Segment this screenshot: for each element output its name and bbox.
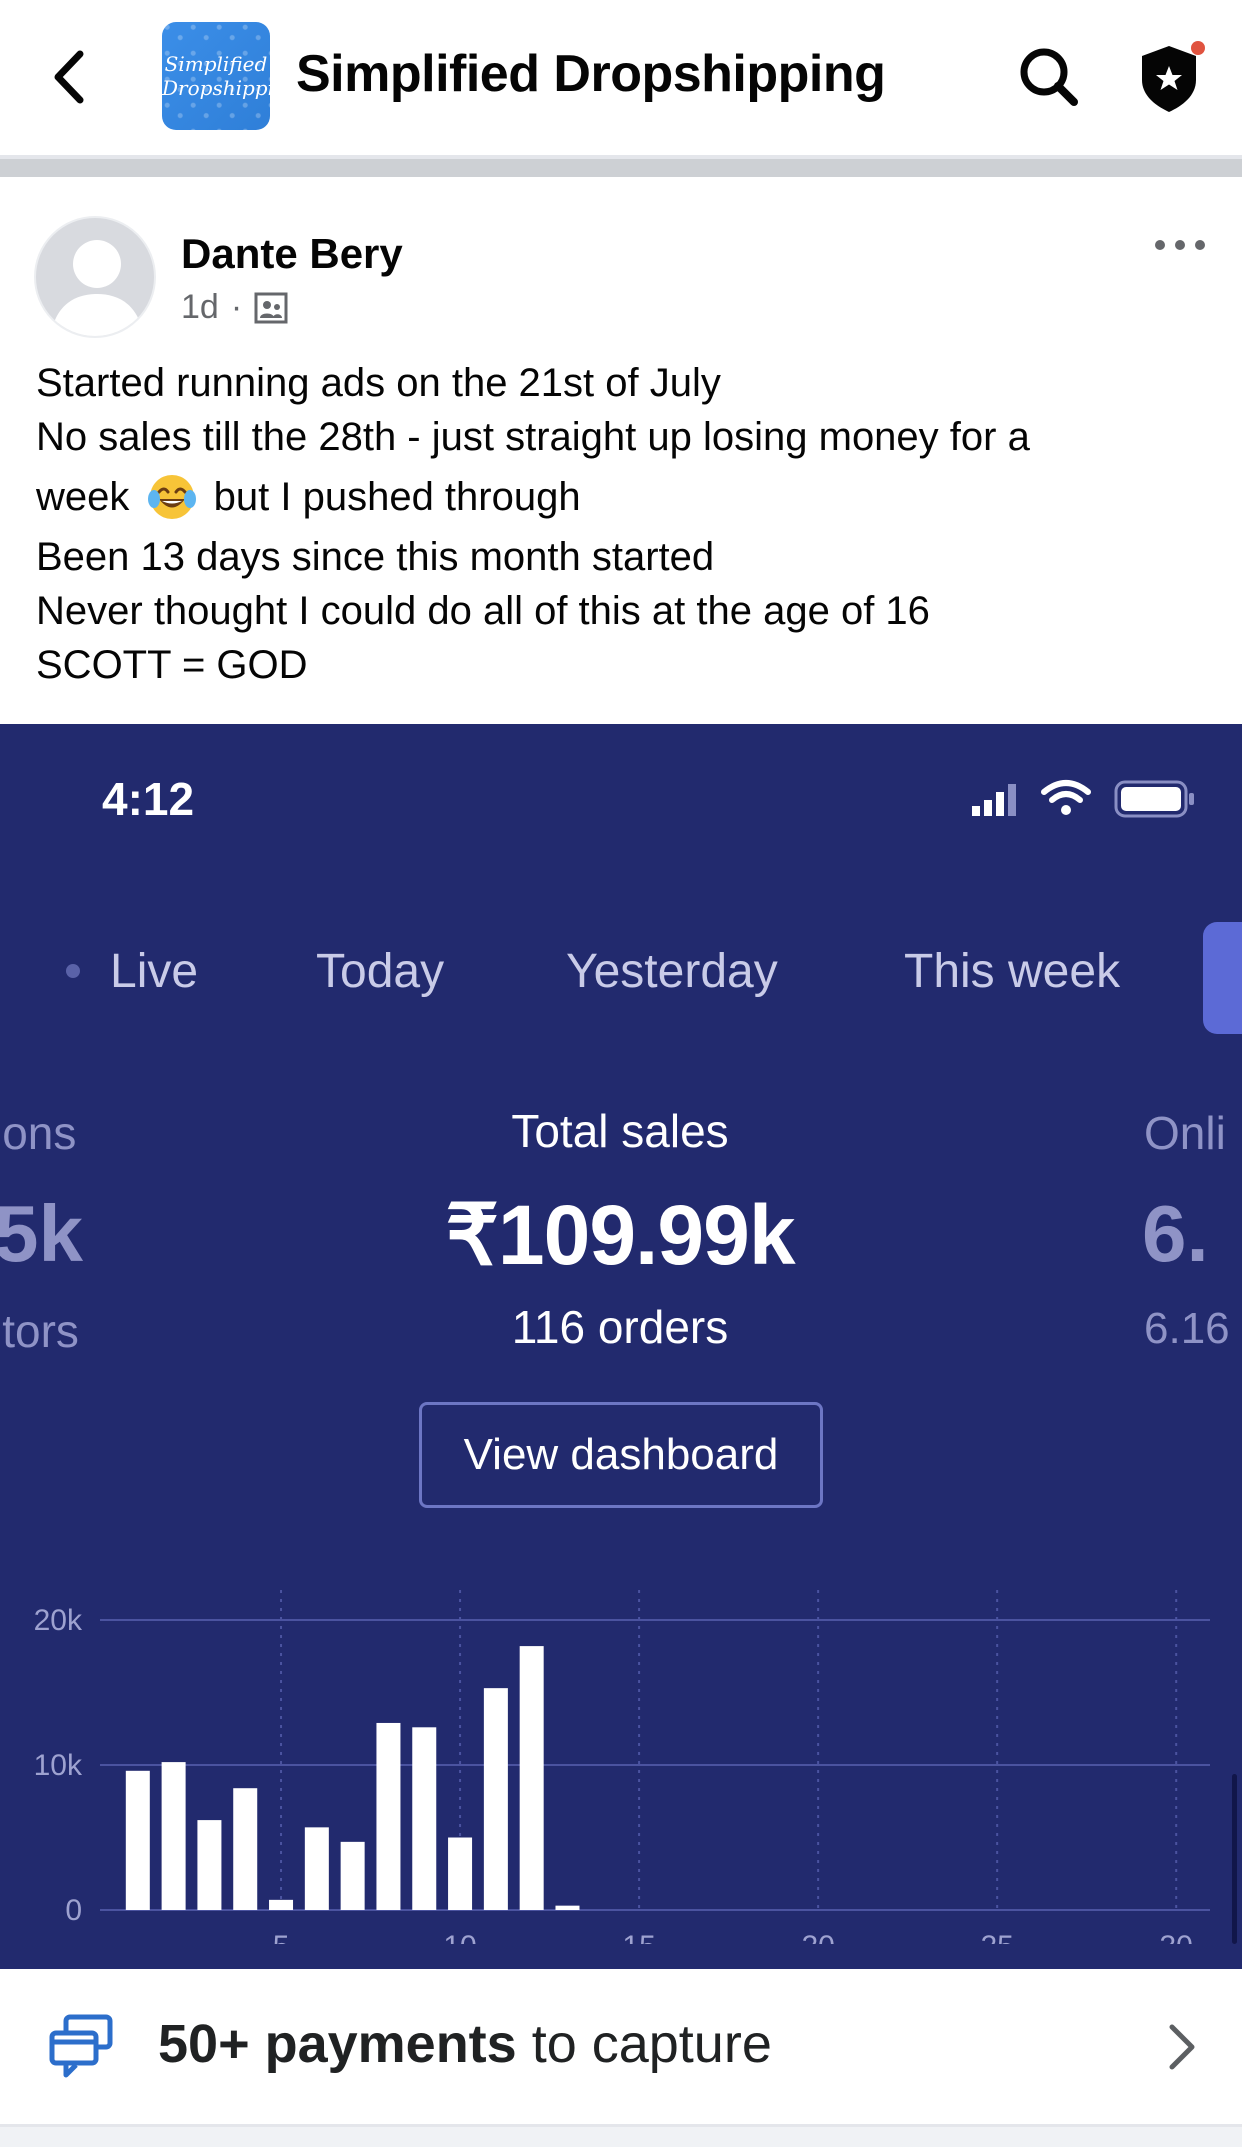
status-icons (972, 780, 1194, 818)
shield-star-icon (1142, 41, 1205, 112)
sales-bar (233, 1788, 258, 1910)
tab-this-week[interactable]: This week (904, 944, 1120, 999)
orders-count: 116 orders (511, 1301, 729, 1353)
post-author[interactable]: Dante Bery (181, 230, 403, 278)
search-icon (1020, 48, 1078, 106)
payments-count: 50+ payments (158, 2014, 517, 2074)
sales-bar (448, 1837, 473, 1910)
wifi-icon (1041, 780, 1091, 815)
post-line-part: but I pushed through (213, 475, 581, 519)
x-tick-label: 5 (273, 1930, 290, 1944)
left-metric-value: 5k (0, 1189, 83, 1278)
x-tick-label: 30 (1160, 1930, 1193, 1944)
search-button[interactable] (1014, 42, 1084, 112)
scroll-indicator (1232, 1774, 1237, 1944)
sales-bar (340, 1841, 365, 1910)
avatar[interactable] (34, 216, 156, 338)
y-tick-label: 20k (34, 1604, 83, 1637)
payments-text: 50+ payments to capture (158, 2013, 772, 2075)
total-sales-value: ₹109.99k (445, 1188, 795, 1282)
admin-tools-button[interactable] (1132, 36, 1212, 116)
date-range-tabs: Live Today Yesterday This week (0, 944, 1242, 1014)
group-logo[interactable]: Simplified Dropshippin (162, 22, 270, 130)
payments-open-button[interactable] (1156, 2017, 1206, 2077)
battery-icon (1114, 780, 1194, 818)
post-meta: 1d · (181, 288, 288, 327)
daily-sales-chart: 0 10k 20k 5 10 15 20 25 30 (34, 1590, 1210, 1944)
sales-bar (412, 1727, 437, 1910)
meta-separator: · (230, 288, 243, 326)
payments-rest: to capture (516, 2014, 772, 2074)
sales-bar (269, 1899, 294, 1910)
left-metric-sub: itors (0, 1305, 79, 1357)
right-metric-value: 6. (1142, 1189, 1209, 1278)
payments-banner[interactable]: 50+ payments to capture (0, 1969, 1242, 2127)
x-tick-label: 10 (443, 1930, 476, 1944)
x-tick-label: 15 (622, 1930, 655, 1944)
more-dots-icon (1155, 240, 1205, 250)
default-avatar-icon (50, 240, 144, 336)
post-body: Started running ads on the 21st of July … (36, 356, 1216, 692)
total-sales-label: Total sales (511, 1105, 729, 1157)
tab-today[interactable]: Today (316, 944, 444, 999)
tab-yesterday[interactable]: Yesterday (566, 944, 778, 999)
sales-bar (161, 1762, 186, 1910)
post-time[interactable]: 1d (181, 288, 219, 327)
post-line: week but I pushed through (36, 464, 1216, 530)
sales-bar (304, 1827, 329, 1910)
header-divider (0, 155, 1242, 177)
status-time: 4:12 (102, 773, 195, 825)
logo-text-line2: Dropshippin (162, 76, 270, 100)
chevron-left-icon (54, 50, 84, 104)
y-tick-label: 0 (65, 1894, 82, 1927)
feed-separator (0, 2127, 1242, 2147)
right-metric-label: Onli (1144, 1107, 1226, 1159)
sales-bar (125, 1770, 150, 1910)
live-dot-icon (66, 964, 80, 978)
post-line: SCOTT = GOD (36, 643, 308, 687)
group-header: Simplified Dropshippin Simplified Dropsh… (0, 0, 1242, 155)
group-title[interactable]: Simplified Dropshipping (296, 44, 886, 104)
left-metric-label: ions (0, 1107, 77, 1159)
payments-icon (49, 2014, 113, 2078)
post-options-button[interactable] (1150, 230, 1210, 260)
post-line: Started running ads on the 21st of July (36, 361, 721, 405)
post-line: Been 13 days since this month started (36, 535, 715, 579)
x-tick-label: 25 (980, 1930, 1013, 1944)
chevron-right-icon (1169, 2024, 1195, 2070)
right-metric-sub: 6.16 (1144, 1304, 1230, 1353)
logo-text-line1: Simplified (164, 52, 268, 76)
signal-icon (972, 784, 1016, 816)
sales-bar (555, 1905, 580, 1910)
tab-active-partial[interactable] (1203, 922, 1242, 1034)
attached-screenshot[interactable]: 4:12 Live Today Yesterday This week ions… (0, 724, 1242, 1969)
laughing-tears-emoji-icon (147, 475, 196, 519)
post-line-part: week (36, 475, 130, 519)
post-line: Never thought I could do all of this at … (36, 589, 930, 633)
tab-live[interactable]: Live (110, 944, 198, 999)
sales-bar (376, 1722, 401, 1910)
view-dashboard-button[interactable]: View dashboard (419, 1402, 823, 1508)
back-button[interactable] (42, 42, 102, 112)
sales-bar (519, 1646, 544, 1910)
post-line: No sales till the 28th - just straight u… (36, 415, 1030, 459)
sales-bar (197, 1820, 222, 1910)
sales-bar (483, 1688, 508, 1910)
y-tick-label: 10k (34, 1749, 83, 1782)
members-audience-icon (254, 292, 288, 323)
x-tick-label: 20 (801, 1930, 834, 1944)
